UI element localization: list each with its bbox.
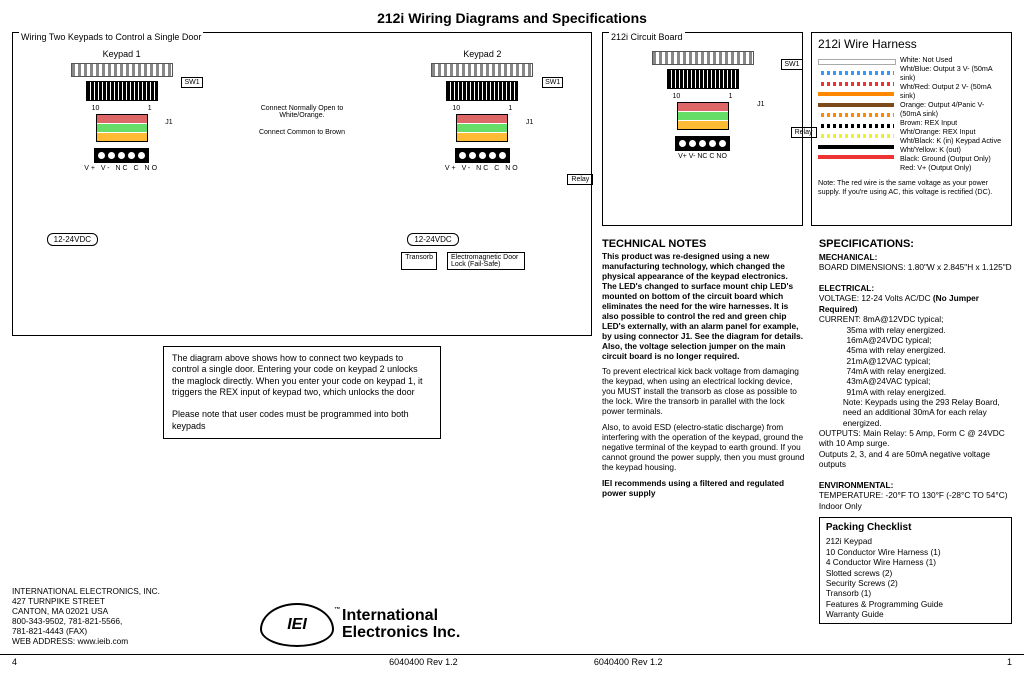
spec-note: Note: Keypads using the 293 Relay Board,… <box>843 397 1012 428</box>
harness-note: Note: The red wire is the same voltage a… <box>818 178 1005 196</box>
j1-label-cb: J1 <box>757 101 764 108</box>
wiring-box-title: Wiring Two Keypads to Control a Single D… <box>19 32 203 42</box>
page-title: 212i Wiring Diagrams and Specifications <box>0 10 1024 26</box>
j1-label: J1 <box>165 119 172 126</box>
company-address: INTERNATIONAL ELECTRONICS, INC. 427 TURN… <box>12 587 160 647</box>
emlock-label: Electromagnetic Door Lock (Fail-Safe) <box>447 252 525 270</box>
term-labels-2: V+ V- NC C NO <box>407 165 557 172</box>
spec-out: OUTPUTS: Main Relay: 5 Amp, Form C @ 24V… <box>819 428 1012 469</box>
spec-env-h: ENVIRONMENTAL: <box>819 480 1012 490</box>
footer-page-right: 1 <box>1007 657 1012 667</box>
note-normally-open: Connect Normally Open to White/Orange. <box>252 105 352 119</box>
sw1-label-cb: SW1 <box>781 59 802 70</box>
packing-title: Packing Checklist <box>826 522 1005 535</box>
spec-volt: VOLTAGE: 12-24 Volts AC/DC (No Jumper Re… <box>819 293 1012 314</box>
spec-curr: CURRENT: 8mA@12VDC typical; <box>819 314 1012 324</box>
keypad2-diagram: SW1 J1 101 V+ V- NC C NO Relay <box>407 63 557 213</box>
footer-page-left: 4 <box>12 657 17 667</box>
explain-p2: Please note that user codes must be prog… <box>172 409 432 432</box>
logo-block: IEI ™ International Electronics Inc. <box>260 603 460 647</box>
transorb-label: Transorb <box>401 252 437 270</box>
num-1b: 1 <box>508 105 512 112</box>
wire-harness-box: 212i Wire Harness White: Not UsedWht/Blu… <box>811 32 1012 226</box>
circuit-box-title: 212i Circuit Board <box>609 32 685 42</box>
cb-term-labels: V+ V- NC C NO <box>623 153 783 160</box>
vdc-tag-1: 12-24VDC <box>47 233 98 246</box>
sw1-label-2: SW1 <box>542 77 563 88</box>
footer-rev-left: 6040400 Rev 1.2 <box>389 657 458 667</box>
tech-p4: IEI recommends using a filtered and regu… <box>602 479 805 499</box>
harness-title: 212i Wire Harness <box>818 37 1005 51</box>
tech-heading: TECHNICAL NOTES <box>602 238 805 250</box>
keypad2-label: Keypad 2 <box>407 49 557 59</box>
note-common: Connect Common to Brown <box>252 129 352 136</box>
num-10: 10 <box>92 105 100 112</box>
footer-rev-right: 6040400 Rev 1.2 <box>594 657 663 667</box>
logo-abbrev: IEI <box>287 616 307 634</box>
sw1-label: SW1 <box>181 77 202 88</box>
keypad1-diagram: SW1 J1 101 V+ V- NC C NO <box>47 63 197 213</box>
circuit-board-box: 212i Circuit Board SW1 J1 10 1 V+ V- NC C… <box>602 32 803 226</box>
relay-label-2: Relay <box>567 174 593 185</box>
footer: 4 6040400 Rev 1.2 6040400 Rev 1.2 1 <box>0 654 1024 667</box>
wiring-diagram-box: Wiring Two Keypads to Control a Single D… <box>12 32 592 336</box>
harness-color-lines <box>818 55 894 163</box>
num-1c: 1 <box>729 93 733 100</box>
spec-env: TEMPERATURE: -20°F TO 130°F (-28°C TO 54… <box>819 490 1012 511</box>
spec-heading: SPECIFICATIONS: <box>819 238 1012 250</box>
keypad1-label: Keypad 1 <box>47 49 197 59</box>
num-10b: 10 <box>452 105 460 112</box>
logo-text-2: Electronics Inc. <box>342 625 460 642</box>
num-1: 1 <box>148 105 152 112</box>
packing-box: Packing Checklist 212i Keypad 10 Conduct… <box>819 517 1012 624</box>
explain-p1: The diagram above shows how to connect t… <box>172 353 432 398</box>
spec-mech: BOARD DIMENSIONS: 1.80"W x 2.845"H x 1.1… <box>819 262 1012 272</box>
term-labels-1: V+ V- NC C NO <box>47 165 197 172</box>
spec-elec-h: ELECTRICAL: <box>819 283 1012 293</box>
tech-p2: To prevent electrical kick back voltage … <box>602 367 805 417</box>
vdc-tag-2: 12-24VDC <box>407 233 458 246</box>
j1-label-2: J1 <box>526 119 533 126</box>
explanation-box: The diagram above shows how to connect t… <box>163 346 441 439</box>
logo-icon: IEI ™ <box>260 603 334 647</box>
spec-mech-h: MECHANICAL: <box>819 252 1012 262</box>
tech-p3: Also, to avoid ESD (electro-static disch… <box>602 423 805 473</box>
spec-curr-lines: 35ma with relay energized. 16mA@24VDC ty… <box>819 325 1012 398</box>
tech-p1: This product was re-designed using a new… <box>602 252 805 361</box>
harness-text-list: White: Not UsedWht/Blue: Output 3 V- (50… <box>900 55 1005 172</box>
logo-text-1: International <box>342 608 460 625</box>
tm-icon: ™ <box>334 607 340 613</box>
packing-items: 212i Keypad 10 Conductor Wire Harness (1… <box>826 536 1005 619</box>
num-10c: 10 <box>673 93 681 100</box>
